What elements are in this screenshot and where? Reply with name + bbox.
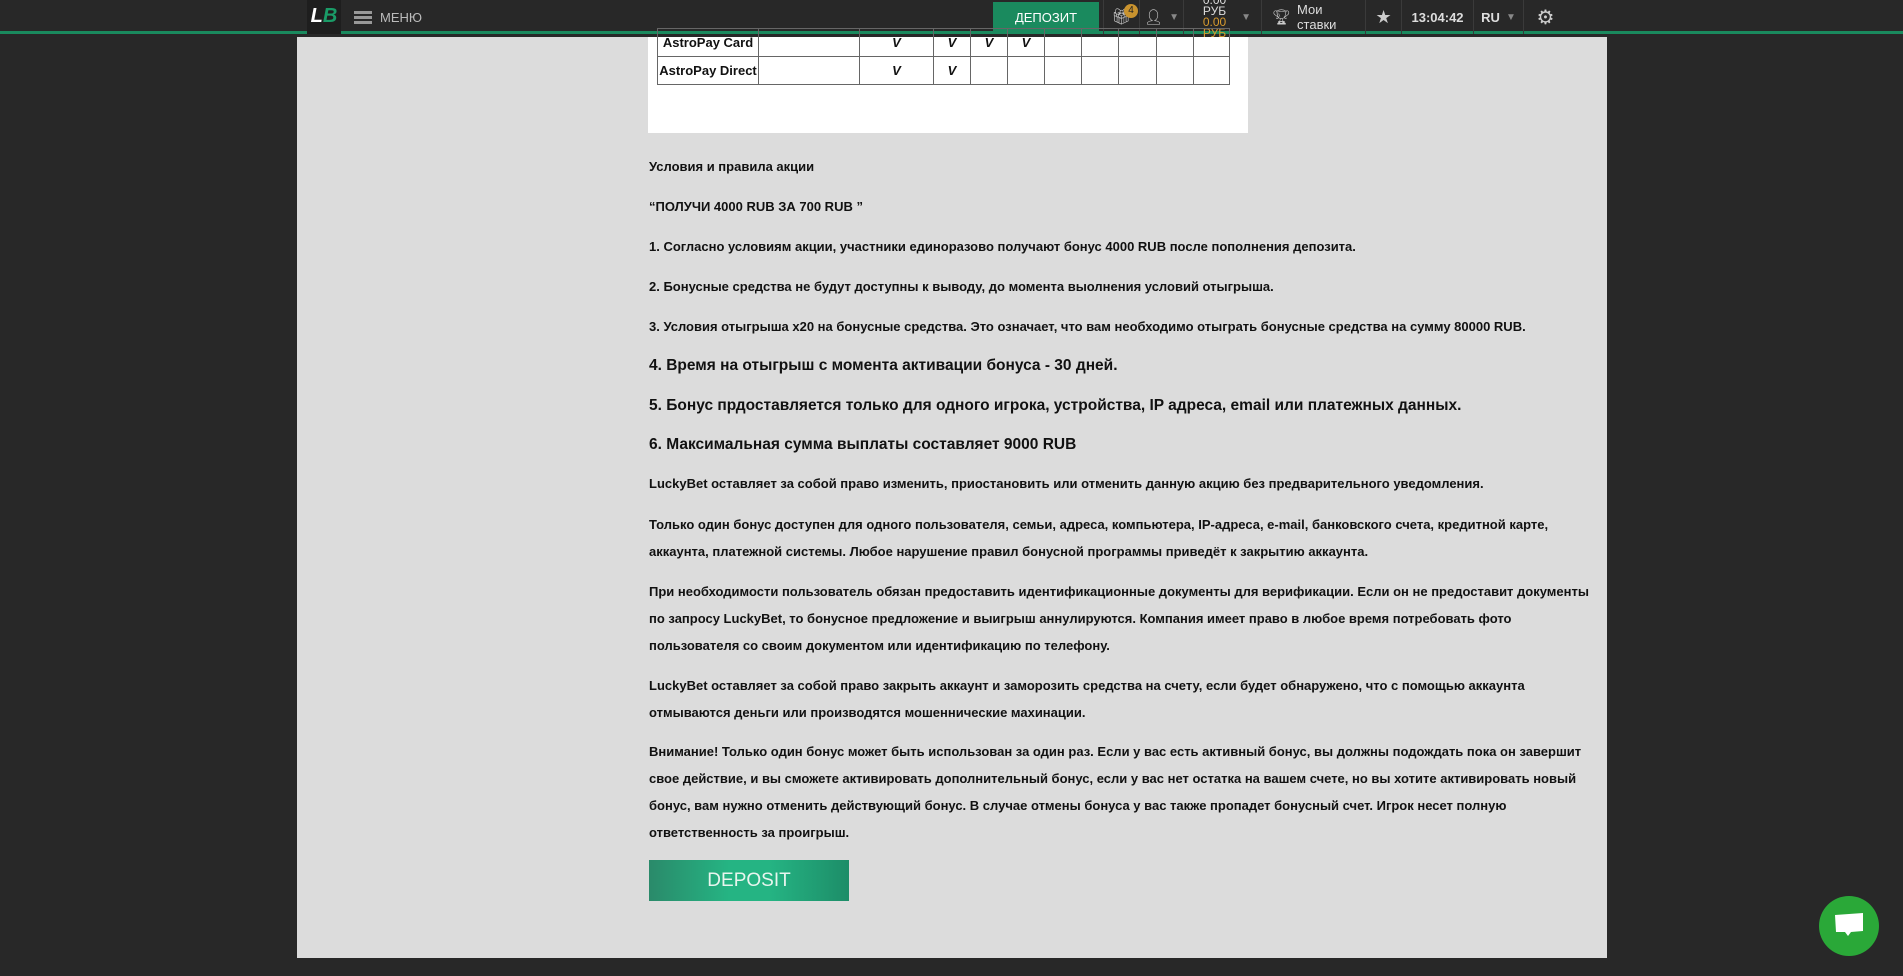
deposit-button[interactable]: DEPOSIT [649, 860, 849, 901]
table-cell: V [859, 28, 934, 57]
chevron-down-icon: ▼ [1241, 11, 1251, 23]
table-cell [970, 56, 1008, 85]
table-cell [758, 28, 860, 57]
payment-methods-table-image: AstroPay Card V V V V AstroPay Direct V V [648, 28, 1248, 133]
star-icon: ★ [1375, 6, 1392, 27]
hamburger-icon [354, 10, 372, 24]
table-cell: V [859, 56, 934, 85]
menu-button[interactable]: МЕНЮ [354, 0, 422, 34]
method-name: AstroPay Direct [657, 56, 759, 85]
chat-bubble-icon [1835, 913, 1863, 936]
table-row: AstroPay Direct V V [657, 56, 1230, 85]
table-cell [1081, 56, 1119, 85]
user-icon: 👤︎ [1144, 9, 1164, 26]
chevron-down-icon: ▼ [1505, 11, 1516, 23]
table-cell: V [933, 28, 971, 57]
table-cell: V [970, 28, 1008, 57]
rule-item: 4. Время на отыгрыш с момента активации … [649, 357, 1118, 374]
table-row: AstroPay Card V V V V [657, 28, 1230, 57]
menu-label: МЕНЮ [380, 9, 423, 25]
table-cell [1007, 56, 1045, 85]
payment-methods-table: AstroPay Card V V V V AstroPay Direct V V [657, 28, 1230, 85]
table-cell [1044, 28, 1082, 57]
language-label: RU [1481, 9, 1500, 25]
rule-item: 6. Максимальная сумма выплаты составляет… [649, 436, 1077, 453]
table-cell [1118, 56, 1157, 85]
chevron-down-icon: ▼ [1169, 11, 1179, 23]
method-name: AstroPay Card [657, 28, 759, 57]
settings-button[interactable]: ⚙ [1523, 0, 1567, 34]
table-cell [1193, 56, 1230, 85]
promo-subtitle: “ПОЛУЧИ 4000 RUB ЗА 700 RUB ” [649, 199, 863, 214]
table-cell [1156, 56, 1194, 85]
rule-item: 2. Бонусные средства не будут доступны к… [649, 279, 1274, 294]
table-cell [758, 56, 860, 85]
logo[interactable]: LB [307, 0, 341, 34]
paragraph: LuckyBet оставляет за собой право измени… [649, 476, 1484, 491]
paragraph: LuckyBet оставляет за собой право закрыт… [649, 678, 1525, 720]
main-content: AstroPay Card V V V V AstroPay Direct V V Услов… [297, 28, 1607, 958]
gear-icon: ⚙ [1536, 6, 1555, 29]
table-cell [1156, 28, 1194, 57]
chat-button[interactable] [1819, 896, 1879, 956]
trophy-icon: 🏆︎ [1272, 9, 1292, 26]
terms-title: Условия и правила акции [649, 159, 815, 174]
favorites-button[interactable]: ★ [1365, 0, 1401, 34]
table-cell [1118, 28, 1157, 57]
paragraph: Только один бонус доступен для одного по… [649, 517, 1549, 559]
my-bets-label: Мои ставки [1297, 2, 1337, 32]
my-bets-button[interactable]: 🏆︎ Мои ставки [1261, 0, 1365, 34]
rule-item: 5. Бонус прдоставляется только для одног… [649, 397, 1462, 414]
rule-item: 1. Согласно условиям акции, участники ед… [649, 239, 1356, 254]
table-cell [1044, 56, 1082, 85]
clock: 13:04:42 [1401, 0, 1473, 34]
paragraph: Внимание! Только один бонус может быть и… [649, 744, 1582, 840]
table-cell: V [1007, 28, 1045, 57]
paragraph: При необходимости пользователь обязан пр… [649, 584, 1589, 653]
table-cell [1193, 28, 1230, 57]
table-cell: V [933, 56, 971, 85]
table-cell [1081, 28, 1119, 57]
gift-count-badge: 4 [1124, 4, 1138, 18]
language-dropdown[interactable]: RU ▼ [1473, 0, 1523, 34]
rule-item: 3. Условия отыгрыша x20 на бонусные сред… [649, 319, 1526, 334]
